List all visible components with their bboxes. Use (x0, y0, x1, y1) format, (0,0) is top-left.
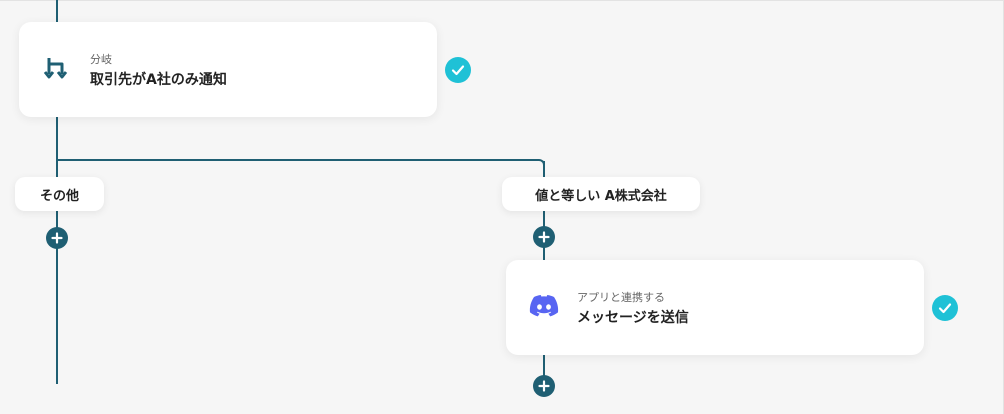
connector-from-branch (56, 117, 58, 384)
branch-step-title: 取引先がA社のみ通知 (90, 72, 227, 88)
action-step-title: メッセージを送信 (577, 310, 689, 326)
add-step-after-action-button[interactable] (533, 375, 555, 397)
branch-complete-check-icon (445, 57, 471, 83)
action-step-card[interactable]: アプリと連携する メッセージを送信 (506, 260, 924, 355)
plus-icon (538, 231, 550, 243)
branch-step-card[interactable]: 分岐 取引先がA社のみ通知 (19, 22, 437, 117)
branch-label-other[interactable]: その他 (15, 177, 104, 211)
add-step-right-button[interactable] (533, 226, 555, 248)
branch-icon (43, 55, 71, 87)
discord-icon (529, 294, 559, 322)
plus-icon (51, 232, 63, 244)
connector-top (56, 0, 58, 22)
branch-label-equals[interactable]: 値と等しい A株式会社 (502, 177, 700, 211)
action-complete-check-icon (932, 295, 958, 321)
add-step-left-button[interactable] (46, 227, 68, 249)
plus-icon (538, 380, 550, 392)
branch-step-subtitle: 分岐 (90, 53, 112, 66)
connector-horizontal (56, 159, 539, 161)
workflow-canvas: 分岐 取引先がA社のみ通知 その他 値と等しい A株式会社 アプリと連携する メ… (0, 0, 1004, 414)
canvas-top-border (0, 0, 1004, 1)
action-step-subtitle: アプリと連携する (577, 291, 665, 304)
